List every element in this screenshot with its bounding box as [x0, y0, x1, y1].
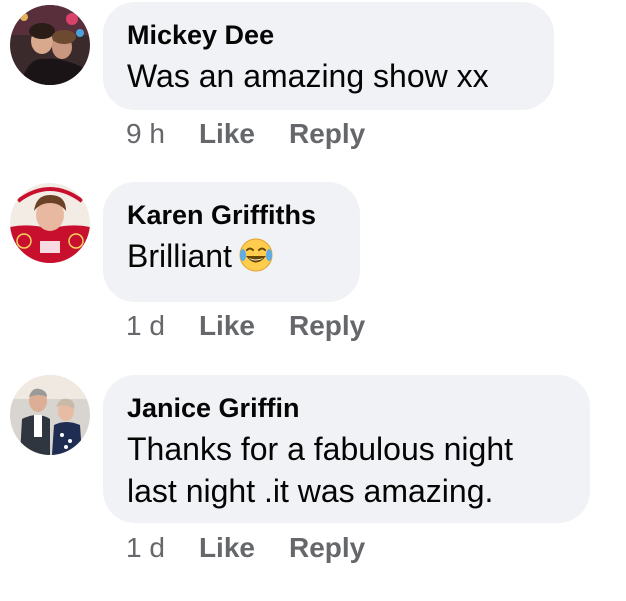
comment-bubble: Karen Griffiths Brilliant	[103, 182, 360, 302]
comment-text-line-1: Thanks for a fabulous night	[127, 431, 514, 467]
comment-bubble: Mickey Dee Was an amazing show xx	[103, 2, 554, 110]
comment-timestamp[interactable]: 1 d	[126, 309, 165, 343]
avatar[interactable]	[10, 5, 90, 85]
comment-text-line-2: last night .it was amazing.	[127, 473, 494, 509]
like-button[interactable]: Like	[199, 117, 255, 151]
comment-text-content: Brilliant	[127, 238, 232, 274]
comment-actions: 1 d Like Reply	[126, 531, 399, 565]
face-with-tears-of-joy-icon	[238, 237, 274, 273]
avatar[interactable]	[10, 183, 90, 263]
like-button[interactable]: Like	[199, 309, 255, 343]
reply-button[interactable]: Reply	[289, 117, 365, 151]
profile-photo-icon	[10, 183, 90, 263]
comment-text: Brilliant	[127, 235, 336, 277]
like-button[interactable]: Like	[199, 531, 255, 565]
comment-text: Was an amazing show xx	[127, 58, 489, 94]
avatar[interactable]	[10, 375, 90, 455]
comment-timestamp[interactable]: 9 h	[126, 117, 165, 151]
reply-button[interactable]: Reply	[289, 309, 365, 343]
comment-timestamp[interactable]: 1 d	[126, 531, 165, 565]
comment-bubble: Janice Griffin Thanks for a fabulous nig…	[103, 375, 590, 523]
reply-button[interactable]: Reply	[289, 531, 365, 565]
comment-author[interactable]: Mickey Dee	[127, 18, 530, 52]
comment-actions: 9 h Like Reply	[126, 117, 399, 151]
profile-photo-icon	[10, 5, 90, 85]
comment-author[interactable]: Karen Griffiths	[127, 198, 336, 232]
comment-actions: 1 d Like Reply	[126, 309, 399, 343]
profile-photo-icon	[10, 375, 90, 455]
comment-author[interactable]: Janice Griffin	[127, 391, 566, 425]
